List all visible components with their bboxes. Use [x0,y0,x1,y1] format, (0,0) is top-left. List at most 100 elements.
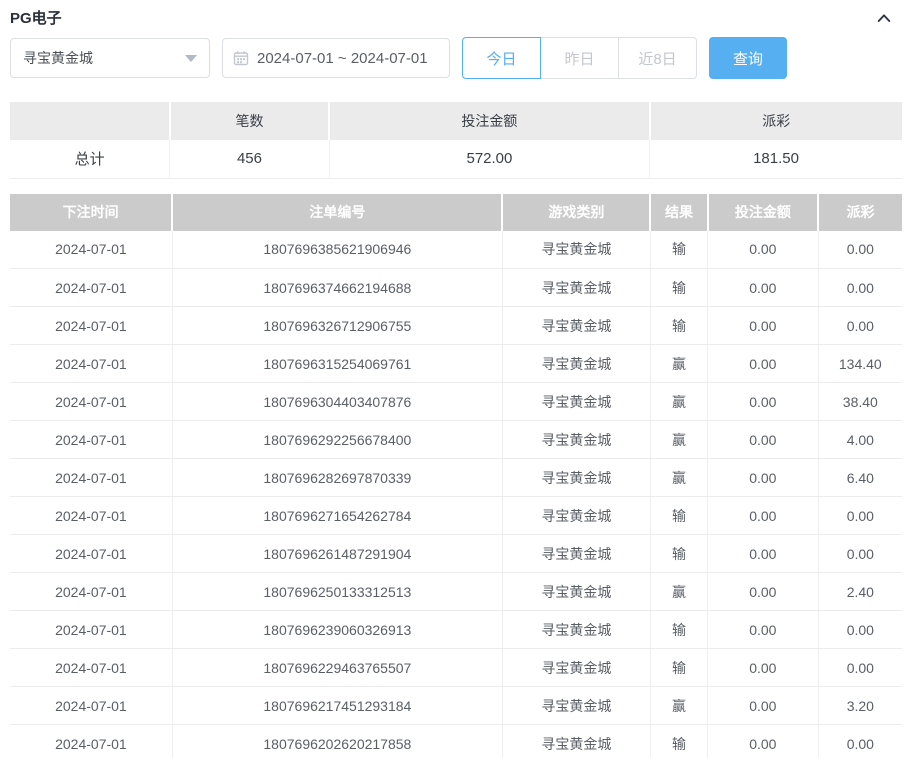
records-header-bet-time: 下注时间 [10,194,172,231]
cell-bet-amount: 0.00 [708,687,819,725]
summary-total-label: 总计 [10,140,170,178]
cell-bet-time: 2024-07-01 [10,307,172,345]
cell-payout: 0.00 [818,307,902,345]
summary-total-count: 456 [170,140,330,178]
cell-bet-amount: 0.00 [708,421,819,459]
cell-game-category: 寻宝黄金城 [502,535,650,573]
cell-order-number: 1807696202620217858 [172,725,502,758]
summary-total-payout: 181.50 [650,140,902,178]
chevron-up-icon [875,9,893,27]
cell-payout: 2.40 [818,573,902,611]
cell-game-category: 寻宝黄金城 [502,649,650,687]
summary-table: 笔数 投注金额 派彩 总计 456 572.00 181.50 [10,102,902,179]
cell-order-number: 1807696217451293184 [172,687,502,725]
cell-order-number: 1807696374662194688 [172,269,502,307]
summary-header-row: 笔数 投注金额 派彩 [10,102,902,140]
cell-result: 赢 [650,687,707,725]
cell-game-category: 寻宝黄金城 [502,421,650,459]
table-row: 2024-07-01 1807696282697870339 寻宝黄金城 赢 0… [10,459,902,497]
summary-total-row: 总计 456 572.00 181.50 [10,140,902,178]
cell-game-category: 寻宝黄金城 [502,231,650,269]
cell-game-category: 寻宝黄金城 [502,573,650,611]
cell-bet-amount: 0.00 [708,345,819,383]
cell-bet-time: 2024-07-01 [10,611,172,649]
cell-bet-time: 2024-07-01 [10,345,172,383]
cell-payout: 3.20 [818,687,902,725]
cell-order-number: 1807696239060326913 [172,611,502,649]
cell-bet-amount: 0.00 [708,497,819,535]
cell-result: 赢 [650,459,707,497]
collapse-button[interactable] [872,6,896,30]
cell-result: 输 [650,231,707,269]
cell-payout: 38.40 [818,383,902,421]
cell-bet-amount: 0.00 [708,611,819,649]
cell-order-number: 1807696304403407876 [172,383,502,421]
records-table: 下注时间 注单编号 游戏类别 结果 投注金额 派彩 2024-07-01 180… [10,194,902,758]
date-range-input[interactable]: 2024-07-01 ~ 2024-07-01 [222,38,450,78]
cell-order-number: 1807696282697870339 [172,459,502,497]
cell-result: 赢 [650,421,707,459]
cell-bet-time: 2024-07-01 [10,649,172,687]
calendar-icon [233,50,249,66]
cell-order-number: 1807696292256678400 [172,421,502,459]
table-row: 2024-07-01 1807696304403407876 寻宝黄金城 赢 0… [10,383,902,421]
cell-bet-time: 2024-07-01 [10,497,172,535]
cell-bet-time: 2024-07-01 [10,573,172,611]
summary-total-bet-amount: 572.00 [329,140,649,178]
records-header-game-category: 游戏类别 [502,194,650,231]
cell-result: 赢 [650,383,707,421]
chevron-down-icon [185,55,197,62]
last-8-days-button[interactable]: 近8日 [618,37,697,79]
summary-header-count: 笔数 [170,102,330,140]
game-select[interactable]: 寻宝黄金城 [10,38,210,78]
records-header-row: 下注时间 注单编号 游戏类别 结果 投注金额 派彩 [10,194,902,231]
cell-game-category: 寻宝黄金城 [502,611,650,649]
cell-bet-time: 2024-07-01 [10,459,172,497]
cell-game-category: 寻宝黄金城 [502,383,650,421]
quick-date-button-group: 今日 昨日 近8日 [462,37,697,79]
table-row: 2024-07-01 1807696374662194688 寻宝黄金城 输 0… [10,269,902,307]
query-button[interactable]: 查询 [709,37,787,79]
cell-bet-amount: 0.00 [708,573,819,611]
records-body: 2024-07-01 1807696385621906946 寻宝黄金城 输 0… [10,231,902,758]
date-range-value: 2024-07-01 ~ 2024-07-01 [257,50,428,67]
cell-result: 赢 [650,345,707,383]
cell-payout: 0.00 [818,649,902,687]
cell-game-category: 寻宝黄金城 [502,725,650,758]
cell-order-number: 1807696261487291904 [172,535,502,573]
cell-result: 赢 [650,573,707,611]
game-select-value: 寻宝黄金城 [23,48,93,68]
panel-header: PG电子 [10,0,902,30]
cell-payout: 0.00 [818,611,902,649]
cell-bet-time: 2024-07-01 [10,231,172,269]
today-button[interactable]: 今日 [462,37,541,79]
cell-game-category: 寻宝黄金城 [502,459,650,497]
cell-result: 输 [650,535,707,573]
cell-bet-amount: 0.00 [708,535,819,573]
cell-bet-amount: 0.00 [708,725,819,758]
cell-bet-time: 2024-07-01 [10,535,172,573]
cell-bet-amount: 0.00 [708,383,819,421]
cell-bet-amount: 0.00 [708,231,819,269]
cell-game-category: 寻宝黄金城 [502,687,650,725]
pg-panel: PG电子 寻宝黄金城 [0,0,912,758]
cell-order-number: 1807696385621906946 [172,231,502,269]
cell-payout: 0.00 [818,535,902,573]
table-row: 2024-07-01 1807696202620217858 寻宝黄金城 输 0… [10,725,902,758]
records-header-payout: 派彩 [818,194,902,231]
table-row: 2024-07-01 1807696292256678400 寻宝黄金城 赢 0… [10,421,902,459]
cell-order-number: 1807696326712906755 [172,307,502,345]
cell-order-number: 1807696315254069761 [172,345,502,383]
cell-bet-time: 2024-07-01 [10,269,172,307]
table-row: 2024-07-01 1807696271654262784 寻宝黄金城 输 0… [10,497,902,535]
table-row: 2024-07-01 1807696239060326913 寻宝黄金城 输 0… [10,611,902,649]
cell-payout: 0.00 [818,725,902,758]
cell-payout: 0.00 [818,231,902,269]
cell-game-category: 寻宝黄金城 [502,269,650,307]
cell-game-category: 寻宝黄金城 [502,497,650,535]
yesterday-button[interactable]: 昨日 [540,37,619,79]
cell-order-number: 1807696271654262784 [172,497,502,535]
cell-bet-time: 2024-07-01 [10,725,172,758]
records-header-bet-amount: 投注金额 [708,194,819,231]
filter-bar: 寻宝黄金城 2024-07-01 ~ 2024-07-01 [10,37,902,79]
